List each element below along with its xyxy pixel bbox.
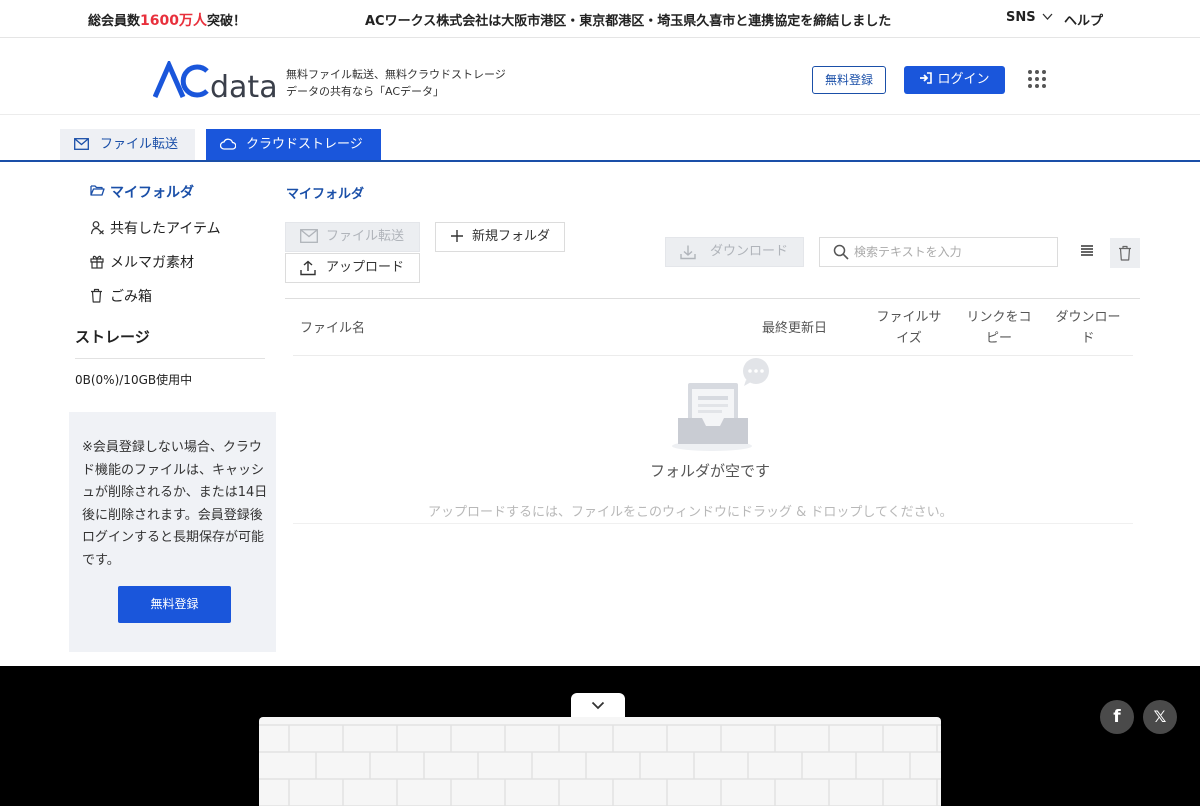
column-header-download-line-2: ド — [1081, 331, 1095, 346]
guest-notice-panel: ※会員登録しない場合、クラウド機能のファイルは、キャッシュが削除されるか、または… — [69, 412, 276, 652]
new-folder-label: 新規フォルダ — [472, 229, 551, 244]
cloud-icon — [220, 138, 236, 150]
mail-icon — [300, 229, 318, 243]
sidebar-item-my-folder[interactable]: マイフォルダ — [90, 182, 194, 202]
collapse-ad-tab[interactable] — [571, 693, 625, 719]
column-header-link-line-1: リンクをコ — [966, 310, 1032, 325]
table-top-border — [285, 298, 1140, 299]
sidebar-item-label: ごみ箱 — [110, 289, 152, 305]
logo-text[interactable]: data — [210, 70, 278, 105]
login-button[interactable]: ログイン — [904, 66, 1005, 94]
service-tabs: ファイル転送 クラウドストレージ — [0, 115, 1200, 162]
storage-usage: 0B(0%)/10GB使用中 — [75, 373, 193, 387]
member-count-banner: 総会員数1600万人突破！ — [88, 10, 246, 30]
announcement-bar: 総会員数1600万人突破！ ACワークス株式会社は大阪市港区・東京都港区・埼玉県… — [0, 0, 1200, 38]
plus-icon — [451, 230, 463, 242]
upload-icon — [300, 260, 316, 276]
tab-file-transfer-label: ファイル転送 — [100, 137, 179, 152]
tab-cloud-storage[interactable]: クラウドストレージ — [206, 129, 381, 160]
new-folder-button[interactable]: 新規フォルダ — [435, 222, 565, 252]
sidebar-item-label: 共有したアイテム — [110, 221, 221, 237]
tagline-line-1: 無料ファイル転送、無料クラウドストレージ — [286, 68, 506, 81]
empty-folder-hint: アップロードするには、ファイルをこのウィンドウにドラッグ & ドロップしてくださ… — [428, 505, 953, 520]
column-header-download[interactable]: ダウンロー ド — [1047, 307, 1129, 349]
column-header-link-line-2: ピー — [985, 331, 1012, 346]
delete-button[interactable] — [1110, 238, 1140, 268]
storage-divider — [75, 358, 265, 359]
members-suffix: 突破！ — [206, 14, 246, 29]
shared-users-icon — [90, 221, 104, 235]
guest-notice-text: ※会員登録しない場合、クラウド機能のファイルは、キャッシュが削除されるか、または… — [82, 440, 268, 568]
register-button[interactable]: 無料登録 — [812, 66, 886, 94]
x-twitter-icon[interactable]: 𝕏 — [1143, 700, 1177, 734]
sidebar-item-newsletter[interactable]: メルマガ素材 — [90, 252, 194, 272]
announcement-link[interactable]: ACワークス株式会社は大阪市港区・東京都港区・埼玉県久喜市と連携協定を締結しまし… — [365, 10, 891, 29]
sidebar-item-label: メルマガ素材 — [110, 255, 194, 271]
tagline-line-2: データの共有なら「ACデータ」 — [286, 85, 445, 98]
search-box[interactable] — [819, 237, 1058, 267]
site-tagline: 無料ファイル転送、無料クラウドストレージ データの共有なら「ACデータ」 — [286, 66, 506, 100]
list-view-icon[interactable] — [1080, 244, 1094, 257]
members-prefix: 総会員数 — [88, 14, 141, 29]
mail-icon — [74, 138, 89, 150]
apps-grid-icon[interactable] — [1028, 70, 1046, 88]
sns-dropdown[interactable]: SNS — [1006, 10, 1053, 25]
download-icon — [680, 245, 696, 260]
column-header-size-line-2: イズ — [896, 331, 922, 346]
table-bottom-divider — [293, 523, 1133, 524]
chevron-down-icon — [591, 701, 605, 710]
site-header: data 無料ファイル転送、無料クラウドストレージ データの共有なら「ACデータ… — [0, 39, 1200, 115]
column-header-download-line-1: ダウンロー — [1055, 310, 1121, 325]
tab-file-transfer[interactable]: ファイル転送 — [60, 129, 195, 160]
members-count: 1600万人 — [140, 13, 207, 29]
breadcrumb[interactable]: マイフォルダ — [286, 183, 364, 202]
facebook-icon[interactable]: f — [1100, 700, 1134, 734]
trash-icon — [91, 288, 102, 303]
sns-label: SNS — [1006, 10, 1036, 25]
brick-pattern-icon — [259, 724, 941, 806]
gift-icon — [90, 255, 104, 269]
sidebar-item-shared[interactable]: 共有したアイテム — [90, 218, 221, 238]
column-header-date[interactable]: 最終更新日 — [762, 318, 827, 339]
download-label: ダウンロード — [710, 244, 789, 259]
file-transfer-button[interactable]: ファイル転送 — [285, 222, 420, 252]
file-transfer-label: ファイル転送 — [326, 229, 405, 244]
folder-open-icon — [90, 185, 105, 196]
tab-cloud-storage-label: クラウドストレージ — [246, 137, 363, 152]
download-button[interactable]: ダウンロード — [665, 237, 804, 267]
login-label: ログイン — [937, 72, 990, 87]
search-icon — [833, 244, 849, 260]
login-icon — [920, 72, 933, 84]
ac-logo-icon[interactable] — [153, 61, 209, 101]
sidebar-item-trash[interactable]: ごみ箱 — [90, 286, 152, 306]
search-input[interactable] — [854, 242, 1049, 262]
ad-banner-panel[interactable] — [259, 717, 941, 806]
empty-folder-illustration-icon — [672, 358, 769, 451]
column-header-size[interactable]: ファイルサ イズ — [868, 307, 950, 349]
sidebar-item-label: マイフォルダ — [110, 185, 194, 201]
trash-icon — [1119, 245, 1131, 261]
table-header-divider — [293, 355, 1133, 356]
upload-label: アップロード — [326, 260, 405, 275]
upload-button[interactable]: アップロード — [285, 253, 420, 283]
sidebar-register-button[interactable]: 無料登録 — [118, 586, 231, 623]
empty-folder-title: フォルダが空です — [650, 462, 771, 480]
chevron-down-icon — [1042, 13, 1053, 20]
column-header-name[interactable]: ファイル名 — [300, 318, 365, 339]
help-link[interactable]: ヘルプ — [1064, 10, 1103, 29]
column-header-size-line-1: ファイルサ — [876, 310, 942, 325]
column-header-copy-link[interactable]: リンクをコ ピー — [958, 307, 1040, 349]
storage-title: ストレージ — [75, 328, 150, 346]
